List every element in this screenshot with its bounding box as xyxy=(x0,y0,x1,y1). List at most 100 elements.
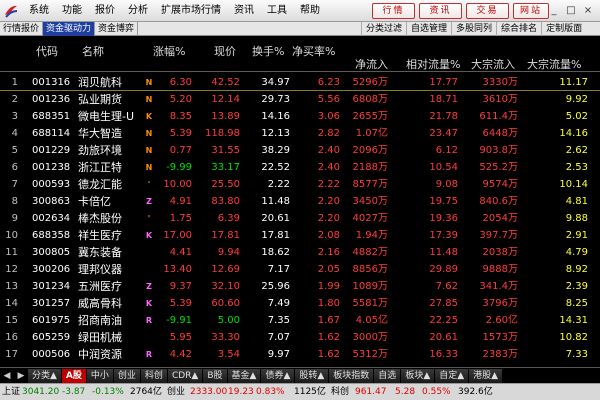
market-tab-sector-index[interactable]: 板块指数 xyxy=(329,368,375,383)
market-tab-b-shares[interactable]: B股 xyxy=(203,368,228,383)
sh-index-change: -3.87 xyxy=(62,387,86,397)
block-inflow: 341.4万 xyxy=(479,281,518,292)
table-row[interactable]: 13 301234 五洲医疗 Z 9.37 32.10 25.96 1.99 1089万 7.62… xyxy=(0,278,600,295)
market-tab-chinext[interactable]: 创业 xyxy=(113,368,141,383)
table-row[interactable]: 15 601975 招商南油 R -9.91 5.00 7.35 1.67 4.05亿 22.25… xyxy=(0,312,600,329)
menu-tools[interactable]: 工具 xyxy=(260,0,293,22)
header-net-inflow[interactable]: 净流入 xyxy=(355,56,388,72)
menu-info[interactable]: 资讯 xyxy=(227,0,260,22)
menu-help[interactable]: 帮助 xyxy=(293,0,326,22)
news-button[interactable]: 资讯 xyxy=(419,3,462,19)
table-row[interactable]: 8 300863 卡倍亿 Z 4.91 83.80 11.48 2.20 3450万 19.75 8… xyxy=(0,193,600,210)
table-row[interactable]: 14 301257 威高骨科 K 5.39 60.60 7.49 1.80 5581万 27.85… xyxy=(0,295,600,312)
market-tab-star[interactable]: 科创 xyxy=(140,368,168,383)
net-buy-rate: 2.16 xyxy=(317,247,340,258)
menu-function[interactable]: 功能 xyxy=(55,0,88,22)
trading-app-window: 系统 功能 报价 分析 扩展市场行情 资讯 工具 帮助 行情 资讯 交易 网站 … xyxy=(0,0,600,400)
menu-extended-market[interactable]: 扩展市场行情 xyxy=(154,0,227,22)
header-turnover[interactable]: 换手% xyxy=(252,43,284,59)
market-tab-bonds[interactable]: 债券▲ xyxy=(261,368,296,383)
market-tab-hk[interactable]: 港股▲ xyxy=(469,368,504,383)
quote-button[interactable]: 行情 xyxy=(372,3,415,19)
market-tab-a-shares[interactable]: A股 xyxy=(61,368,87,383)
stock-code: 688358 xyxy=(32,230,71,241)
table-row[interactable]: 1 001316 润贝航科 N 6.30 42.52 34.97 6.23 5296万 17.77… xyxy=(0,74,600,91)
market-tab-funds[interactable]: 基金▲ xyxy=(227,368,262,383)
menu-analysis[interactable]: 分析 xyxy=(121,0,154,22)
menu-quote[interactable]: 报价 xyxy=(88,0,121,22)
chevron-left-icon[interactable]: ◀ xyxy=(0,369,14,383)
table-row[interactable]: 11 300805 冀东装备 4.41 9.94 18.62 2.16 4882万 11.48 2… xyxy=(0,244,600,261)
row-index: 3 xyxy=(11,111,18,122)
header-relative-flow[interactable]: 相对流量% xyxy=(406,56,460,72)
trade-button[interactable]: 交易 xyxy=(466,3,509,19)
table-row[interactable]: 9 002634 棒杰股份 ' 1.75 6.39 20.61 2.20 4027万 19.36 2… xyxy=(0,210,600,227)
market-tab-sme[interactable]: 中小 xyxy=(86,368,114,383)
market-tab-cdr[interactable]: CDR▲ xyxy=(167,368,204,383)
tab-capital-drive[interactable]: 资金驱动力 xyxy=(43,22,96,36)
current-price: 5.00 xyxy=(217,315,240,326)
header-price[interactable]: 现价 xyxy=(214,43,236,59)
tab-multi-stock[interactable]: 多股同列 xyxy=(451,22,496,36)
tab-custom-layout[interactable]: 定制版面 xyxy=(541,22,586,36)
chevron-right-icon[interactable]: ▶ xyxy=(14,369,28,383)
website-button[interactable]: 网站 xyxy=(513,3,549,19)
market-tab-neeq[interactable]: 股转▲ xyxy=(295,368,330,383)
block-flow: 4.79 xyxy=(565,247,588,258)
turnover-rate: 7.49 xyxy=(267,298,290,309)
maximize-icon[interactable]: □ xyxy=(563,5,579,18)
index-status-bar: 上证 3041.20 -3.87 -0.13% 2764亿 创业 2333.00… xyxy=(0,383,600,400)
relative-flow: 6.12 xyxy=(435,145,458,156)
net-buy-rate: 2.05 xyxy=(317,264,340,275)
current-price: 12.14 xyxy=(211,94,240,105)
tab-filter[interactable]: 分类过滤 xyxy=(361,22,406,36)
tab-watchlist-manage[interactable]: 自选管理 xyxy=(406,22,451,36)
table-row[interactable]: 7 000593 德龙汇能 ' 10.00 25.50 2.22 2.22 8577万 9.08 9… xyxy=(0,176,600,193)
table-row[interactable]: 4 688114 华大智造 N 5.39 118.98 12.13 2.82 1.07亿 23.4… xyxy=(0,125,600,142)
net-inflow: 6808万 xyxy=(352,94,388,105)
header-code[interactable]: 代码 xyxy=(36,43,58,59)
tab-capital-game[interactable]: 资金博弈 xyxy=(95,22,139,36)
table-row[interactable]: 5 001229 劲旅环境 N 0.77 31.55 38.29 2.40 2096万 6.12 9… xyxy=(0,142,600,159)
change-pct: 0.77 xyxy=(169,145,192,156)
net-inflow: 1089万 xyxy=(352,281,388,292)
change-pct: 5.20 xyxy=(169,94,192,105)
close-icon[interactable]: × xyxy=(580,5,596,18)
market-tab-watchlist[interactable]: 自选 xyxy=(374,368,402,383)
relative-flow: 9.08 xyxy=(435,179,458,190)
table-row[interactable]: 16 605259 绿田机械 5.95 33.30 7.07 1.62 3000万 20.61 1… xyxy=(0,329,600,346)
market-tab-custom[interactable]: 自定▲ xyxy=(435,368,470,383)
table-row[interactable]: 2 001236 弘业期货 N 5.20 12.14 29.73 5.56 6808万 18.71… xyxy=(0,91,600,108)
current-price: 33.30 xyxy=(211,332,240,343)
current-price: 33.17 xyxy=(211,162,240,173)
block-inflow: 3610万 xyxy=(482,94,518,105)
stock-name: 威高骨科 xyxy=(78,297,122,310)
net-buy-rate: 1.62 xyxy=(317,332,340,343)
header-name[interactable]: 名称 xyxy=(82,43,104,59)
current-price: 60.60 xyxy=(211,298,240,309)
block-flow: 9.88 xyxy=(565,213,588,224)
market-tab-sectors[interactable]: 板块▲ xyxy=(401,368,436,383)
net-buy-rate: 6.23 xyxy=(317,77,340,88)
block-inflow: 6448万 xyxy=(482,128,518,139)
tab-quote-list[interactable]: 行情报价 xyxy=(0,22,44,36)
header-block-flow[interactable]: 大宗流量% xyxy=(527,56,581,72)
header-change-pct[interactable]: 涨幅% xyxy=(153,43,185,59)
relative-flow: 10.54 xyxy=(429,162,458,173)
kc-index-change: 5.28 xyxy=(395,387,416,397)
table-row[interactable]: 10 688358 祥生医疗 K 17.00 17.81 17.81 2.08 1.94万 17.… xyxy=(0,227,600,244)
turnover-rate: 7.17 xyxy=(267,264,290,275)
table-row[interactable]: 17 000506 中润资源 R 4.42 3.54 9.97 1.62 5312万 16.33 2… xyxy=(0,346,600,363)
tab-ranking[interactable]: 综合排名 xyxy=(496,22,541,36)
minimize-icon[interactable]: _ xyxy=(546,5,562,18)
header-block-inflow[interactable]: 大宗流入 xyxy=(471,56,515,72)
table-row[interactable]: 3 688351 微电生理-U K 8.35 13.89 14.16 3.06 2655万 21.… xyxy=(0,108,600,125)
current-price: 3.54 xyxy=(217,349,240,360)
relative-flow: 19.75 xyxy=(429,196,458,207)
market-tab-category[interactable]: 分类▲ xyxy=(28,368,62,383)
block-inflow: 525.2万 xyxy=(479,162,518,173)
menu-system[interactable]: 系统 xyxy=(22,0,55,22)
header-net-buy-rate[interactable]: 净买率% xyxy=(292,43,335,59)
table-row[interactable]: 12 300206 理邦仪器 13.40 12.69 7.17 2.05 8856万 29.89… xyxy=(0,261,600,278)
table-row[interactable]: 6 001238 浙江正特 N -9.99 33.17 22.52 2.40 2188万 10.5… xyxy=(0,159,600,176)
